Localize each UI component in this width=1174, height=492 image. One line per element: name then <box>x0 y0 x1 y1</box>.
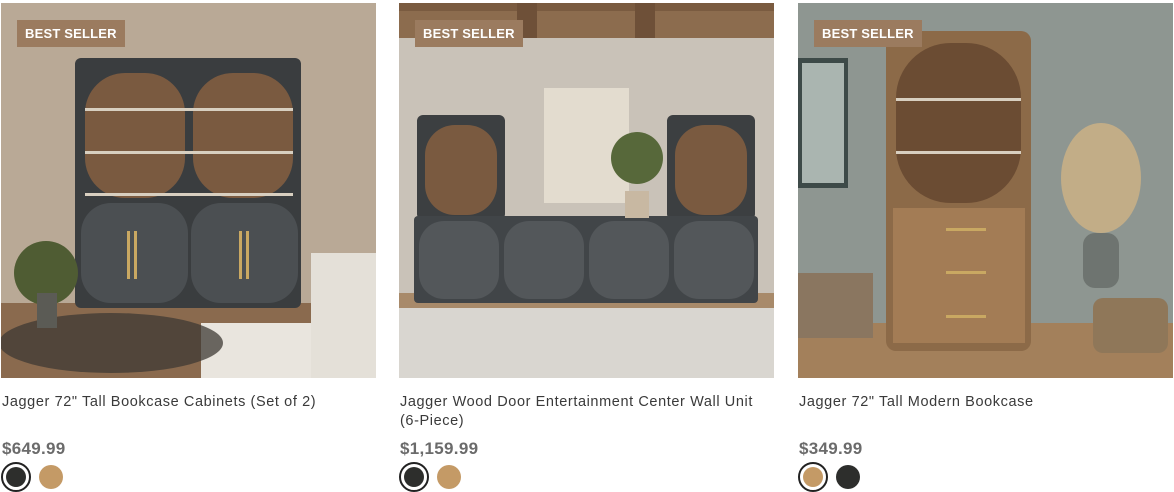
best-seller-badge: BEST SELLER <box>17 20 125 47</box>
product-price: $349.99 <box>799 439 863 458</box>
swatch-black[interactable] <box>399 462 429 492</box>
entertainment-center-photo <box>399 3 774 378</box>
bookcase-cabinets-photo <box>1 3 376 378</box>
product-price: $649.99 <box>2 439 66 458</box>
color-swatches <box>1 462 63 492</box>
product-image[interactable]: BEST SELLER <box>798 3 1173 378</box>
color-swatches <box>399 462 461 492</box>
product-card[interactable]: BEST SELLER Jagger 72" Tall Modern Bookc… <box>798 3 1173 492</box>
swatch-black[interactable] <box>1 462 31 492</box>
product-card[interactable]: BEST SELLER Jagger 72" Tall Bookcase Cab… <box>1 3 376 492</box>
color-swatches <box>798 462 860 492</box>
swatch-natural[interactable] <box>39 465 63 489</box>
product-name[interactable]: Jagger 72" Tall Bookcase Cabinets (Set o… <box>2 393 376 435</box>
product-price: $1,159.99 <box>400 439 479 458</box>
product-image[interactable]: BEST SELLER <box>399 3 774 378</box>
swatch-natural[interactable] <box>437 465 461 489</box>
product-name[interactable]: Jagger Wood Door Entertainment Center Wa… <box>400 393 774 435</box>
modern-bookcase-photo <box>798 3 1173 378</box>
best-seller-badge: BEST SELLER <box>415 20 523 47</box>
product-name[interactable]: Jagger 72" Tall Modern Bookcase <box>799 393 1173 435</box>
swatch-natural[interactable] <box>798 462 828 492</box>
swatch-black[interactable] <box>836 465 860 489</box>
best-seller-badge: BEST SELLER <box>814 20 922 47</box>
product-card[interactable]: BEST SELLER Jagger Wood Door Entertainme… <box>399 3 774 492</box>
product-image[interactable]: BEST SELLER <box>1 3 376 378</box>
